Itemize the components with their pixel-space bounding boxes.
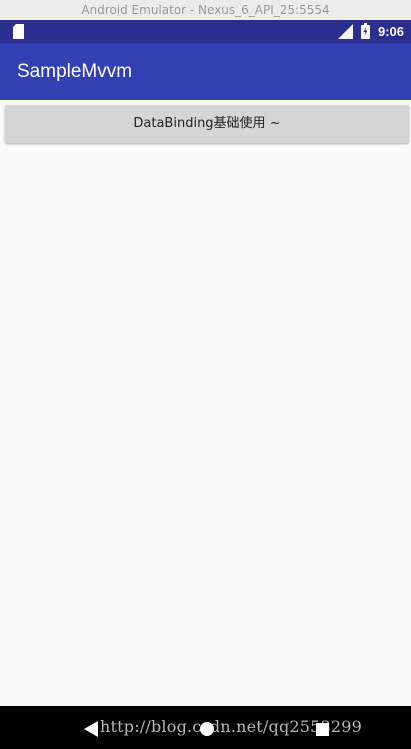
emulator-window: Android Emulator - Nexus_6_API_25:5554 4… <box>0 0 411 749</box>
sd-card-icon <box>13 24 24 39</box>
emulator-title: Android Emulator - Nexus_6_API_25:5554 <box>81 3 330 17</box>
content-area: DataBinding基础使用 ~ <box>0 100 411 706</box>
network-type-label: 4G <box>336 22 345 29</box>
navigation-bar: http://blog.csdn.net/qq2553299 <box>0 706 411 749</box>
status-clock: 9:06 <box>378 24 405 39</box>
emulator-title-bar: Android Emulator - Nexus_6_API_25:5554 <box>0 0 411 20</box>
back-icon[interactable] <box>84 721 98 737</box>
home-icon[interactable] <box>200 722 214 736</box>
app-toolbar: SampleMvvm <box>0 43 411 100</box>
recents-icon[interactable] <box>316 723 329 736</box>
status-bar: 4G 9:06 <box>0 20 411 43</box>
databinding-basic-usage-button[interactable]: DataBinding基础使用 ~ <box>5 105 409 143</box>
battery-icon <box>361 23 370 39</box>
app-title: SampleMvvm <box>17 61 133 82</box>
